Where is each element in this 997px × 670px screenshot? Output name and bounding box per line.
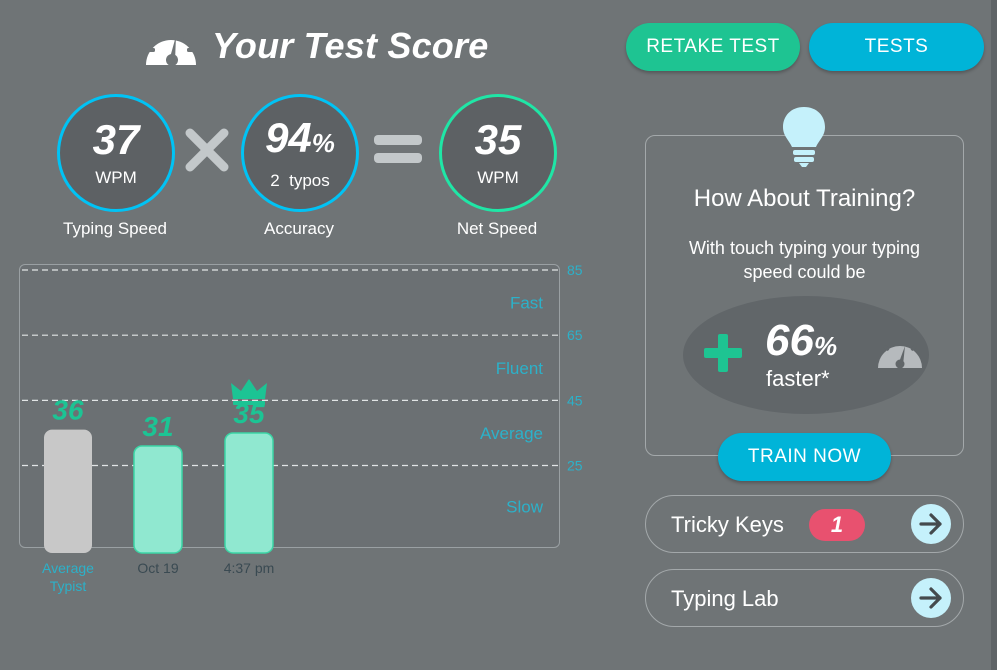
accuracy-circle: 94% 2 typos [241, 94, 359, 212]
accuracy-label: Accuracy [264, 219, 334, 238]
chart-band-label: Slow [506, 497, 544, 516]
net-speed-circle: 35 WPM [439, 94, 557, 212]
net-speed-unit: WPM [477, 168, 519, 187]
faster-percent-sign: % [813, 331, 838, 361]
times-icon [184, 127, 230, 178]
train-now-button[interactable]: TRAIN NOW [718, 433, 891, 481]
chart-value-label: 36 [52, 395, 84, 426]
chart-tick-label: 45 [567, 392, 583, 408]
chart-bar [44, 429, 92, 553]
plus-icon [703, 333, 743, 378]
chart-tick-label: 65 [567, 327, 583, 343]
faster-percentage: 66% [765, 316, 837, 366]
net-speed-value: 35 [474, 116, 522, 163]
retake-test-button[interactable]: RETAKE TEST [626, 23, 800, 71]
accuracy-value-wrap: 94% [265, 113, 335, 165]
training-title: How About Training? [693, 185, 916, 212]
chart-category-label: Average [42, 560, 94, 576]
chart-band-label: Fast [510, 294, 543, 313]
tests-button[interactable]: TESTS [809, 23, 984, 71]
lightbulb-icon [779, 104, 829, 173]
scrollbar-track[interactable] [991, 0, 997, 670]
typing-lab-label: Typing Lab [671, 586, 779, 611]
page-header: Your Test Score [142, 18, 488, 74]
chart-bar [133, 445, 183, 554]
tricky-keys-count-badge: 1 [809, 509, 865, 541]
typing-lab-link[interactable]: Typing Lab [645, 569, 964, 627]
arrow-right-icon[interactable] [911, 578, 951, 618]
typing-speed-unit: WPM [95, 168, 137, 187]
speed-chart: 85654525FastFluentAverageSlow3631 35Avera… [22, 262, 583, 594]
tricky-keys-link[interactable]: Tricky Keys 1 [645, 495, 964, 553]
typing-speed-label: Typing Speed [63, 219, 167, 238]
crown-icon [231, 378, 267, 399]
chart-tick-label: 85 [567, 262, 583, 278]
speedometer-icon [142, 21, 200, 72]
chart-bar [224, 432, 274, 554]
accuracy-value: 94 [265, 113, 312, 161]
faster-label: faster* [766, 366, 830, 391]
equals-icon [372, 131, 424, 172]
tricky-keys-label: Tricky Keys [671, 512, 784, 537]
speedometer-icon [876, 334, 924, 375]
chart-band-label: Fluent [496, 359, 544, 378]
chart-value-label: 31 [142, 411, 173, 442]
typo-count: 2 typos [270, 170, 330, 190]
page-title: Your Test Score [212, 25, 489, 66]
arrow-right-icon[interactable] [911, 504, 951, 544]
crown-icon-base [233, 400, 265, 405]
chart-category-label: Oct 19 [137, 560, 178, 576]
faster-percentage-value: 66 [765, 316, 814, 365]
chart-band-label: Average [480, 424, 543, 443]
net-speed-label: Net Speed [456, 219, 538, 238]
chart-category-label: 4:37 pm [224, 560, 275, 576]
typing-speed-circle: 37 WPM [57, 94, 175, 212]
chart-category-label: Typist [50, 578, 87, 594]
accuracy-percent-sign: % [311, 127, 335, 158]
chart-tick-label: 25 [567, 458, 583, 474]
typing-speed-value: 37 [92, 116, 140, 163]
training-description: With touch typing your typing speed coul… [688, 238, 921, 282]
